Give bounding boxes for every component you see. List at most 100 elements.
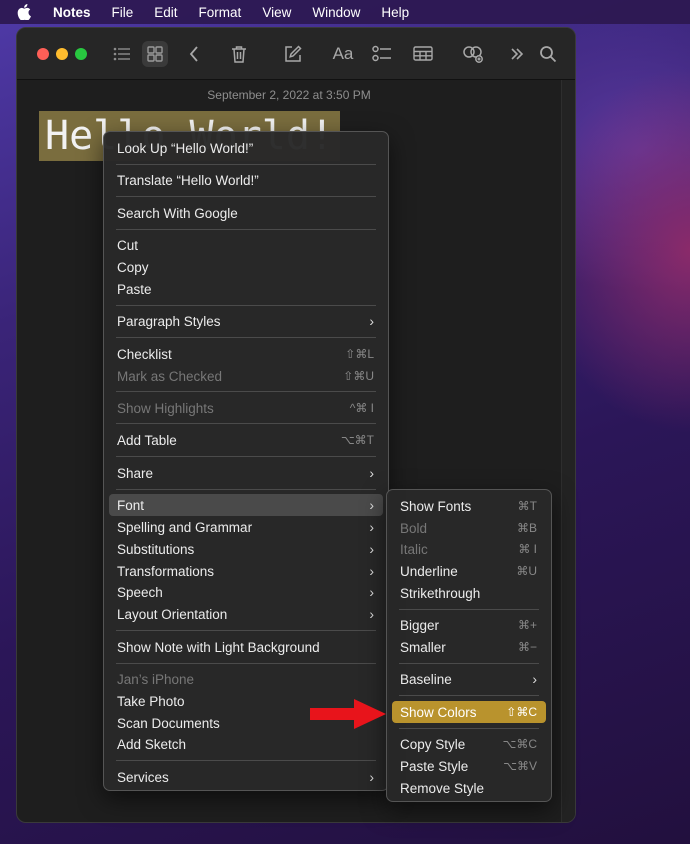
menu-item-add-table[interactable]: Add Table ⌥⌘T xyxy=(109,429,383,451)
minimize-window-button[interactable] xyxy=(56,48,68,60)
menu-item-label: Transformations xyxy=(117,563,215,579)
submenu-item-paste-style[interactable]: Paste Style ⌥⌘V xyxy=(392,755,546,777)
shortcut-label: ⌥⌘C xyxy=(502,737,538,751)
menu-item-label: Jan’s iPhone xyxy=(117,671,195,687)
menu-item-translate[interactable]: Translate “Hello World!” xyxy=(109,169,383,191)
menu-item-label: Italic xyxy=(400,541,428,557)
menu-format[interactable]: Format xyxy=(199,5,242,20)
collaborate-icon[interactable] xyxy=(460,41,486,67)
menu-item-label: Paragraph Styles xyxy=(117,313,221,329)
annotation-arrow-icon xyxy=(310,699,386,729)
trash-icon[interactable] xyxy=(226,41,252,67)
menu-item-label: Show Fonts xyxy=(400,498,472,514)
submenu-item-underline[interactable]: Underline ⌘U xyxy=(392,560,546,582)
submenu-item-baseline[interactable]: Baseline › xyxy=(392,668,546,690)
menu-item-cut[interactable]: Cut xyxy=(109,234,383,256)
menu-item-paste[interactable]: Paste xyxy=(109,278,383,300)
submenu-item-remove-style[interactable]: Remove Style xyxy=(392,777,546,799)
checklist-icon[interactable] xyxy=(369,41,395,67)
menu-item-substitutions[interactable]: Substitutions › xyxy=(109,538,383,560)
menu-item-device-header: Jan’s iPhone xyxy=(109,668,383,690)
menu-item-services[interactable]: Services › xyxy=(109,766,383,788)
menu-item-label: Baseline xyxy=(400,671,452,687)
menu-item-font[interactable]: Font › xyxy=(109,494,383,516)
compose-icon[interactable] xyxy=(280,41,306,67)
menu-item-copy[interactable]: Copy xyxy=(109,256,383,278)
menu-item-add-sketch[interactable]: Add Sketch xyxy=(109,733,383,755)
menu-item-layout-orientation[interactable]: Layout Orientation › xyxy=(109,603,383,625)
menu-item-label: Checklist xyxy=(117,346,172,362)
shortcut-label: ⇧⌘L xyxy=(345,347,374,361)
submenu-item-strikethrough[interactable]: Strikethrough xyxy=(392,582,546,604)
shortcut-label: ⌘− xyxy=(517,640,537,654)
menu-view[interactable]: View xyxy=(262,5,291,20)
submenu-item-italic: Italic ⌘ I xyxy=(392,538,546,560)
shortcut-label: ⌘ I xyxy=(518,542,537,556)
back-icon[interactable] xyxy=(181,41,207,67)
menu-item-label: Cut xyxy=(117,237,139,253)
menu-item-label: Add Sketch xyxy=(117,736,187,752)
separator xyxy=(116,305,376,306)
submenu-item-show-colors[interactable]: Show Colors ⇧⌘C xyxy=(392,701,546,723)
menu-bar: Notes File Edit Format View Window Help xyxy=(0,0,690,24)
separator xyxy=(116,489,376,490)
list-view-icon[interactable] xyxy=(109,41,135,67)
note-date: September 2, 2022 at 3:50 PM xyxy=(207,88,371,102)
menu-window[interactable]: Window xyxy=(312,5,360,20)
menu-item-label: Show Highlights xyxy=(117,400,214,416)
menu-item-look-up[interactable]: Look Up “Hello World!” xyxy=(109,137,383,159)
apple-logo-icon[interactable] xyxy=(17,4,35,20)
submenu-item-show-fonts[interactable]: Show Fonts ⌘T xyxy=(392,495,546,517)
menu-item-speech[interactable]: Speech › xyxy=(109,581,383,603)
chevron-right-icon: › xyxy=(369,584,374,600)
search-icon[interactable] xyxy=(535,41,561,67)
menu-app-notes[interactable]: Notes xyxy=(53,5,91,20)
menu-item-label: Substitutions xyxy=(117,541,195,557)
gallery-view-icon[interactable] xyxy=(142,41,168,67)
menu-item-spelling-and-grammar[interactable]: Spelling and Grammar › xyxy=(109,516,383,538)
separator xyxy=(399,695,539,696)
separator xyxy=(116,456,376,457)
font-format-icon[interactable]: Aa xyxy=(327,41,359,67)
menu-item-label: Spelling and Grammar xyxy=(117,519,253,535)
shortcut-label: ⌘U xyxy=(516,564,537,578)
table-icon[interactable] xyxy=(411,41,437,67)
menu-item-paragraph-styles[interactable]: Paragraph Styles › xyxy=(109,310,383,332)
zoom-window-button[interactable] xyxy=(75,48,87,60)
menu-item-label: Layout Orientation xyxy=(117,606,228,622)
submenu-item-copy-style[interactable]: Copy Style ⌥⌘C xyxy=(392,733,546,755)
more-icon[interactable] xyxy=(504,41,530,67)
menu-edit[interactable]: Edit xyxy=(154,5,177,20)
chevron-right-icon: › xyxy=(369,497,374,513)
submenu-item-bigger[interactable]: Bigger ⌘+ xyxy=(392,614,546,636)
shortcut-label: ⇧⌘U xyxy=(343,369,374,383)
menu-item-label: Mark as Checked xyxy=(117,368,223,384)
menu-item-share[interactable]: Share › xyxy=(109,462,383,484)
menu-item-checklist[interactable]: Checklist ⇧⌘L xyxy=(109,343,383,365)
font-submenu: Show Fonts ⌘T Bold ⌘B Italic ⌘ I Underline ⌘… xyxy=(386,489,552,802)
separator xyxy=(116,196,376,197)
chevron-right-icon: › xyxy=(369,769,374,785)
chevron-right-icon: › xyxy=(369,541,374,557)
menu-item-show-highlights: Show Highlights ^⌘ I xyxy=(109,397,383,419)
menu-item-label: Add Table xyxy=(117,432,177,448)
shortcut-label: ⌘T xyxy=(517,499,537,513)
close-window-button[interactable] xyxy=(37,48,49,60)
submenu-item-smaller[interactable]: Smaller ⌘− xyxy=(392,636,546,658)
menu-item-label: Strikethrough xyxy=(400,585,481,601)
menu-item-show-note-light-background[interactable]: Show Note with Light Background xyxy=(109,636,383,658)
separator xyxy=(116,164,376,165)
shortcut-label: ⇧⌘C xyxy=(506,705,537,719)
menu-item-label: Speech xyxy=(117,584,163,600)
separator xyxy=(399,663,539,664)
menu-file[interactable]: File xyxy=(112,5,134,20)
menu-help[interactable]: Help xyxy=(381,5,409,20)
chevron-right-icon: › xyxy=(369,606,374,622)
menu-item-label: Paste xyxy=(117,281,152,297)
menu-item-label: Show Note with Light Background xyxy=(117,639,320,655)
submenu-item-bold: Bold ⌘B xyxy=(392,517,546,539)
separator xyxy=(116,229,376,230)
scrollbar[interactable] xyxy=(561,80,575,822)
menu-item-transformations[interactable]: Transformations › xyxy=(109,560,383,582)
menu-item-search-with-google[interactable]: Search With Google xyxy=(109,202,383,224)
